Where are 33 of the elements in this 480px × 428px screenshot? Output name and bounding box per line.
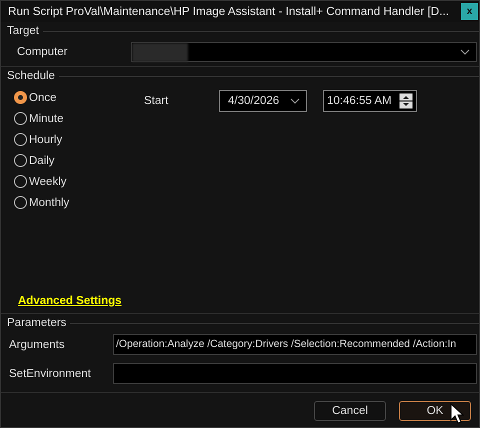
radio-button[interactable]: [14, 112, 27, 125]
cancel-button[interactable]: Cancel: [314, 401, 386, 421]
group-heading: Parameters: [7, 317, 66, 329]
close-button[interactable]: x: [461, 3, 478, 20]
radio-button[interactable]: [14, 196, 27, 209]
ok-button[interactable]: OK: [399, 401, 471, 421]
group-heading: Target: [7, 25, 39, 37]
field-label: SetEnvironment: [9, 368, 92, 380]
radio-button[interactable]: [14, 154, 27, 167]
field-label: Computer: [17, 46, 68, 58]
redacted-value: [132, 42, 188, 62]
radio-option[interactable]: Monthly: [14, 196, 70, 209]
window-title: Run Script ProVal\Maintenance\HP Image Assistant - Install+ Command Handler [D...: [8, 5, 450, 18]
input-field[interactable]: [113, 363, 477, 384]
radio-button[interactable]: [14, 133, 27, 146]
field-label: Start: [144, 95, 170, 107]
group-heading: Schedule: [7, 70, 55, 82]
field-label: Arguments: [9, 338, 66, 350]
radio-button[interactable]: [14, 175, 27, 188]
radio-option[interactable]: Daily: [14, 154, 55, 167]
radio-button[interactable]: [14, 91, 27, 104]
radio-option[interactable]: Minute: [14, 112, 64, 125]
chevron-down-icon: [460, 49, 470, 55]
input-field[interactable]: /Operation:Analyze /Category:Drivers /Selection:Recommended /Action:In: [113, 334, 477, 355]
spinner-icon[interactable]: [399, 93, 413, 109]
mouse-pointer-icon: [450, 403, 464, 424]
chevron-down-icon: [290, 98, 300, 104]
time-field[interactable]: 10:46:55 AM: [323, 90, 417, 112]
radio-option[interactable]: Hourly: [14, 133, 62, 146]
radio-option[interactable]: Weekly: [14, 175, 66, 188]
advanced-settings-link[interactable]: Advanced Settings: [18, 295, 122, 307]
date-picker[interactable]: 4/30/2026: [219, 90, 307, 112]
radio-option[interactable]: Once: [14, 91, 56, 104]
